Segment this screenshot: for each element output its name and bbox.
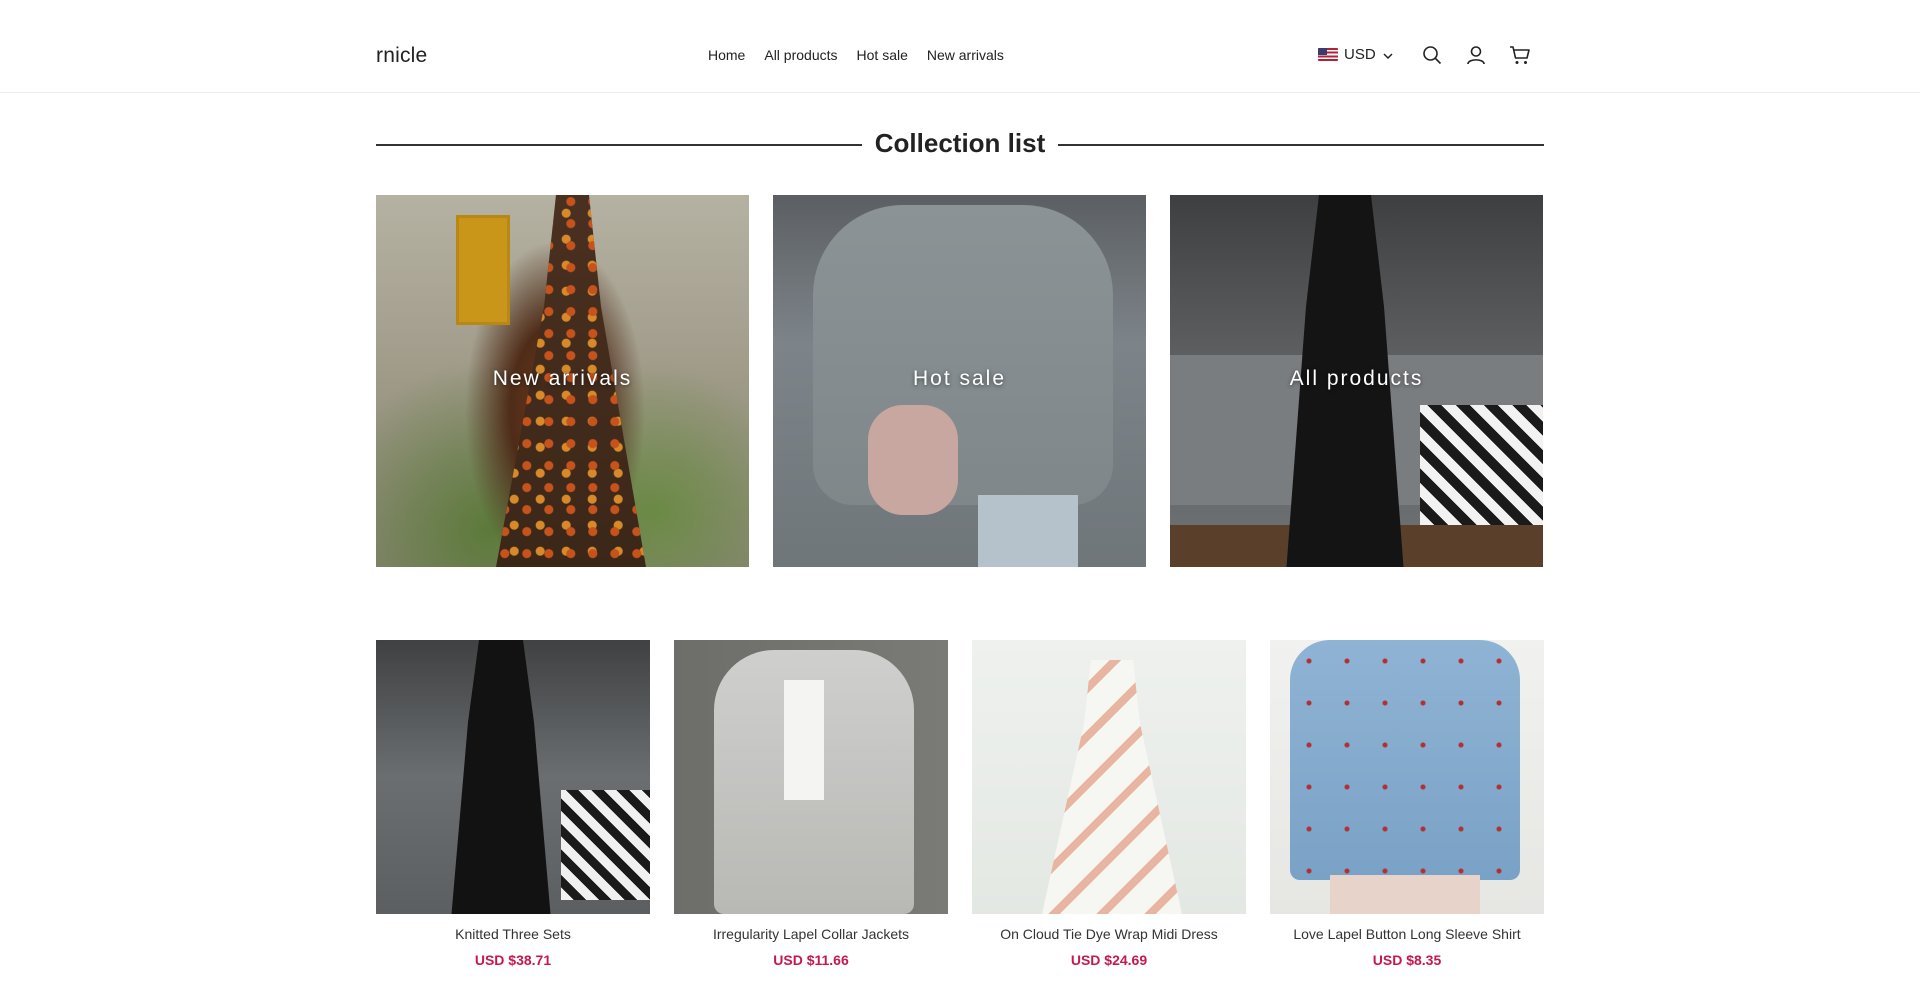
product-card: On Cloud Tie Dye Wrap Midi Dress USD $24… [972,640,1246,968]
currency-selector[interactable]: USD [1318,46,1394,63]
currency-label: USD [1344,46,1376,63]
collection-title: Collection list [874,128,1046,158]
product-name[interactable]: Irregularity Lapel Collar Jackets [674,926,948,942]
collection-tile-hot-sale[interactable]: Hot sale [773,195,1146,567]
nav-home[interactable]: Home [708,47,745,63]
product-image[interactable] [1270,640,1544,914]
collection-tile-all-products[interactable]: All products [1170,195,1543,567]
nav-hot-sale[interactable]: Hot sale [857,47,908,63]
collection-tile-new-arrivals[interactable]: New arrivals [376,195,749,567]
tile-shorts-image [978,495,1078,567]
search-icon[interactable] [1421,44,1443,66]
title-divider-right [1058,144,1544,146]
product-image[interactable] [674,640,948,914]
main-nav: Home All products Hot sale New arrivals [708,47,1004,63]
collection-tile-label: All products [1289,367,1424,390]
site-logo[interactable]: rnicle [376,44,427,68]
header-actions [1421,44,1531,66]
product-name[interactable]: On Cloud Tie Dye Wrap Midi Dress [972,926,1246,942]
nav-all-products[interactable]: All products [764,47,837,63]
tile-pouf-image [1420,405,1543,525]
product-price: USD $11.66 [773,952,849,968]
tile-bag-image [868,405,958,515]
cart-icon[interactable] [1509,44,1531,66]
site-header: rnicle Home All products Hot sale New ar… [0,0,1920,93]
product-name[interactable]: Love Lapel Button Long Sleeve Shirt [1270,926,1544,942]
tile-model-image [813,205,1113,505]
product-price: USD $38.71 [474,952,552,968]
collection-tile-label: New arrivals [492,367,633,390]
product-name[interactable]: Knitted Three Sets [376,926,650,942]
collection-title-row: Collection list [376,124,1544,164]
product-card: Love Lapel Button Long Sleeve Shirt USD … [1270,640,1544,968]
tile-background-image [456,215,510,325]
chevron-down-icon [1382,49,1394,61]
nav-new-arrivals[interactable]: New arrivals [927,47,1004,63]
us-flag-icon [1318,48,1338,61]
collection-tile-label: Hot sale [912,367,1007,390]
title-divider-left [376,144,862,146]
product-image[interactable] [376,640,650,914]
account-icon[interactable] [1465,44,1487,66]
product-card: Knitted Three Sets USD $38.71 [376,640,650,968]
product-card: Irregularity Lapel Collar Jackets USD $1… [674,640,948,968]
product-image[interactable] [972,640,1246,914]
product-price: USD $24.69 [1070,952,1148,968]
product-price: USD $8.35 [1372,952,1442,968]
